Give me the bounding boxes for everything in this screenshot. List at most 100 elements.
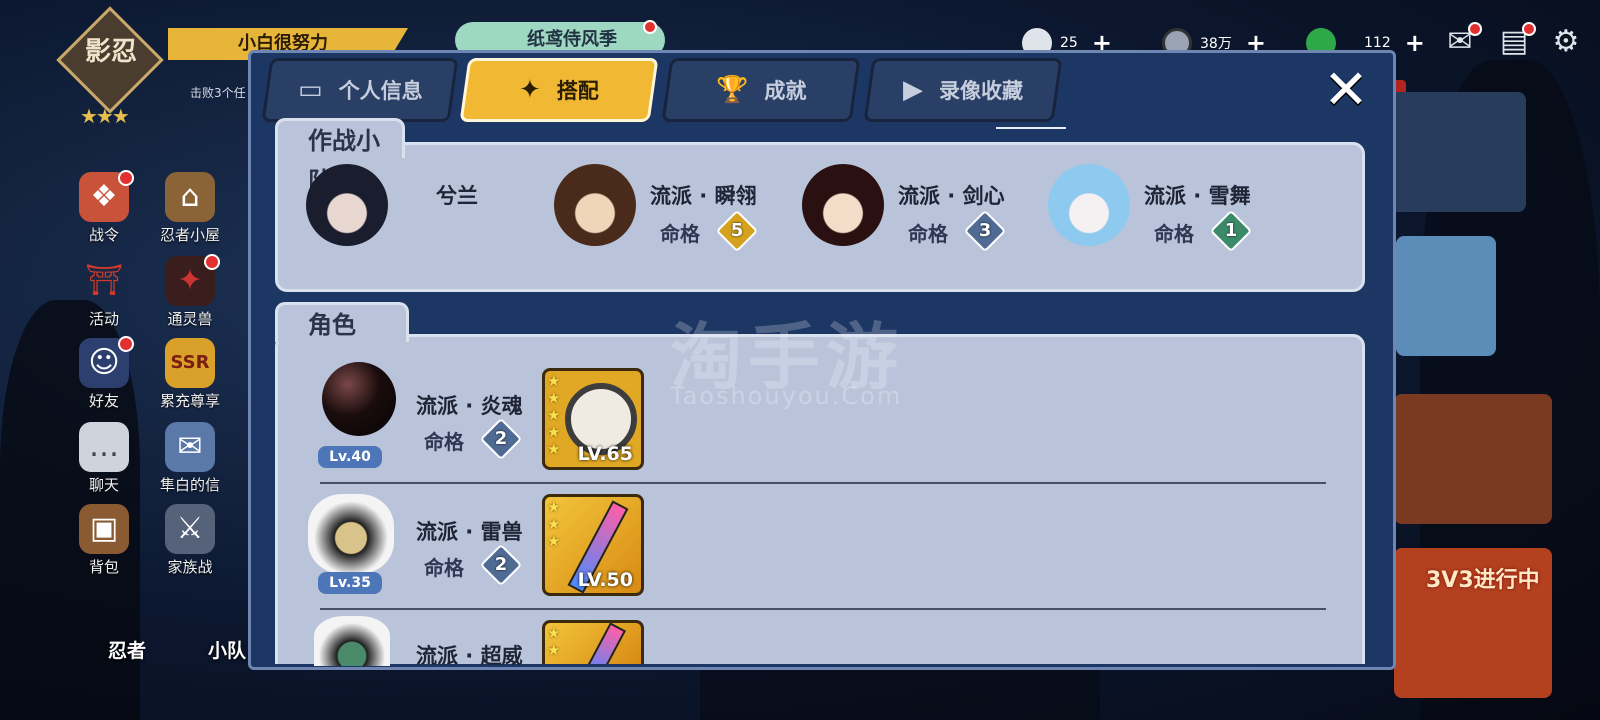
notification-dot bbox=[643, 20, 657, 34]
menu-backpack[interactable]: ▣ 背包 bbox=[64, 504, 144, 584]
fate-value: 3 bbox=[978, 220, 992, 241]
menu-battle-pass[interactable]: ❖ 战令 bbox=[64, 170, 144, 252]
menu-label: 聊天 bbox=[88, 476, 119, 494]
weapon-stars: ★ ★ ★ bbox=[547, 498, 561, 550]
role-level: Lv.35 bbox=[318, 572, 382, 594]
fate-label: 命格 bbox=[424, 556, 464, 580]
menu-activity[interactable]: ⛩ 活动 bbox=[64, 256, 144, 336]
leader-avatar[interactable] bbox=[306, 164, 388, 246]
event-thumbnail[interactable] bbox=[1396, 236, 1496, 356]
lightning-blade-icon bbox=[581, 623, 627, 664]
role-weapon[interactable]: ★ ★ ★ ★ ★ LV.65 bbox=[542, 368, 644, 470]
scroll-indicator bbox=[996, 127, 1066, 129]
menu-clan-war[interactable]: ⚔ 家族战 bbox=[150, 504, 230, 584]
letter-icon: ✉ bbox=[165, 422, 215, 472]
menu-label: 战令 bbox=[88, 226, 119, 244]
member-school: 流派 · 雪舞 bbox=[1144, 184, 1251, 208]
menu-label: 忍者小屋 bbox=[159, 226, 220, 244]
notice-board-icon[interactable]: ▤ bbox=[1494, 22, 1536, 60]
tab-label: 个人信息 bbox=[338, 79, 423, 103]
resource-value: 25 bbox=[1060, 35, 1078, 51]
trophy-icon: 🏆 bbox=[715, 75, 749, 105]
close-button[interactable]: ✕ bbox=[1318, 62, 1374, 118]
menu-label: 家族战 bbox=[167, 558, 213, 576]
banner-subtitle: 击败3个任 bbox=[190, 86, 246, 100]
tab-label: 成就 bbox=[764, 79, 807, 103]
role-level: Lv.40 bbox=[318, 446, 382, 468]
mail-icon[interactable]: ✉ bbox=[1440, 22, 1482, 60]
menu-summon-beast[interactable]: ✦ 通灵兽 bbox=[150, 254, 230, 336]
tab-label: 录像收藏 bbox=[939, 79, 1023, 103]
member-school: 流派 · 剑心 bbox=[898, 184, 1005, 208]
menu-label: 背包 bbox=[88, 558, 119, 576]
menu-recharge-privilege[interactable]: SSR 累充尊享 bbox=[150, 338, 230, 418]
menu-label: 活动 bbox=[88, 310, 119, 328]
rank-stars-icon: ★★★ bbox=[80, 104, 130, 128]
role-avatar[interactable] bbox=[322, 362, 396, 436]
role-school: 流派 · 雷兽 bbox=[416, 520, 523, 544]
row-divider bbox=[320, 482, 1326, 484]
ssr-icon: SSR bbox=[165, 338, 215, 388]
close-icon: ✕ bbox=[1323, 58, 1369, 121]
squad-title: 作战小队 bbox=[275, 118, 405, 195]
bottom-nav-squad[interactable]: 小队 bbox=[208, 636, 246, 663]
tab-personal-info[interactable]: ▭ 个人信息 bbox=[261, 58, 459, 122]
tab-achievements[interactable]: 🏆 成就 bbox=[661, 58, 861, 122]
roles-title: 角色 bbox=[275, 302, 409, 342]
member-school: 流派 · 瞬翎 bbox=[650, 184, 757, 208]
fate-value: 5 bbox=[730, 220, 744, 241]
role-avatar[interactable] bbox=[308, 494, 394, 574]
fate-label: 命格 bbox=[1154, 222, 1194, 246]
role-weapon[interactable]: ★ ★ ★ LV.50 bbox=[542, 494, 644, 596]
clan-war-icon: ⚔ bbox=[165, 504, 215, 554]
role-weapon[interactable]: ★ ★ bbox=[542, 620, 644, 664]
menu-label: 累充尊享 bbox=[159, 392, 220, 410]
notification-dot bbox=[204, 254, 220, 270]
weapon-level: LV.65 bbox=[577, 443, 633, 465]
ninja-thumbnail[interactable] bbox=[1380, 92, 1526, 212]
weapon-stars: ★ ★ bbox=[547, 624, 561, 659]
fate-value: 1 bbox=[1224, 220, 1238, 241]
settings-gear-icon[interactable]: ⚙ bbox=[1546, 24, 1586, 60]
ninja-house-icon: ⌂ bbox=[165, 172, 215, 222]
tab-loadout[interactable]: ✦ 搭配 bbox=[459, 58, 659, 122]
notification-dot bbox=[118, 336, 134, 352]
fate-label: 命格 bbox=[660, 222, 700, 246]
member-avatar[interactable] bbox=[802, 164, 884, 246]
battle-thumbnail[interactable] bbox=[1394, 394, 1552, 524]
member-avatar[interactable] bbox=[1048, 164, 1130, 246]
chat-icon: … bbox=[79, 422, 129, 472]
weapon-stars: ★ ★ ★ ★ ★ bbox=[547, 372, 561, 458]
rank-emblem[interactable]: 影忍 ★★★ bbox=[56, 6, 166, 128]
add-jade-button[interactable]: + bbox=[1405, 29, 1425, 57]
menu-ninja-house[interactable]: ⌂ 忍者小屋 bbox=[150, 172, 230, 252]
fate-label: 命格 bbox=[424, 430, 464, 454]
watermark-url: Taoshouyou.Com bbox=[670, 382, 903, 410]
weapon-level: LV.50 bbox=[577, 569, 633, 591]
profile-card-icon: ▭ bbox=[297, 75, 323, 105]
fate-label: 命格 bbox=[908, 222, 948, 246]
menu-label: 好友 bbox=[88, 392, 119, 410]
menu-chat[interactable]: … 聊天 bbox=[64, 422, 144, 502]
tab-replay-collection[interactable]: ▶ 录像收藏 bbox=[863, 58, 1063, 122]
emblem-text: 影忍 bbox=[84, 37, 137, 67]
pvp-event-label: 3V3进行中 bbox=[1426, 568, 1540, 593]
fate-value: 2 bbox=[494, 554, 508, 575]
menu-letter[interactable]: ✉ 隼白的信 bbox=[150, 422, 230, 502]
fate-value: 2 bbox=[494, 428, 508, 449]
resource-value: 112 bbox=[1364, 35, 1391, 51]
role-school: 流派 · 超威 bbox=[416, 644, 523, 668]
leader-name: 兮兰 bbox=[436, 184, 478, 208]
season-title: 纸鸢侍风季 bbox=[527, 29, 617, 50]
row-divider bbox=[320, 608, 1326, 610]
backpack-icon: ▣ bbox=[79, 504, 129, 554]
role-avatar[interactable] bbox=[314, 616, 390, 666]
menu-label: 隼白的信 bbox=[159, 476, 220, 494]
menu-friends[interactable]: ☺ 好友 bbox=[64, 336, 144, 418]
bottom-nav-ninja[interactable]: 忍者 bbox=[108, 636, 146, 663]
shuriken-icon: ✦ bbox=[519, 75, 541, 105]
member-avatar[interactable] bbox=[554, 164, 636, 246]
torii-icon: ⛩ bbox=[84, 263, 124, 298]
tab-label: 搭配 bbox=[556, 79, 599, 103]
notification-dot bbox=[118, 170, 134, 186]
